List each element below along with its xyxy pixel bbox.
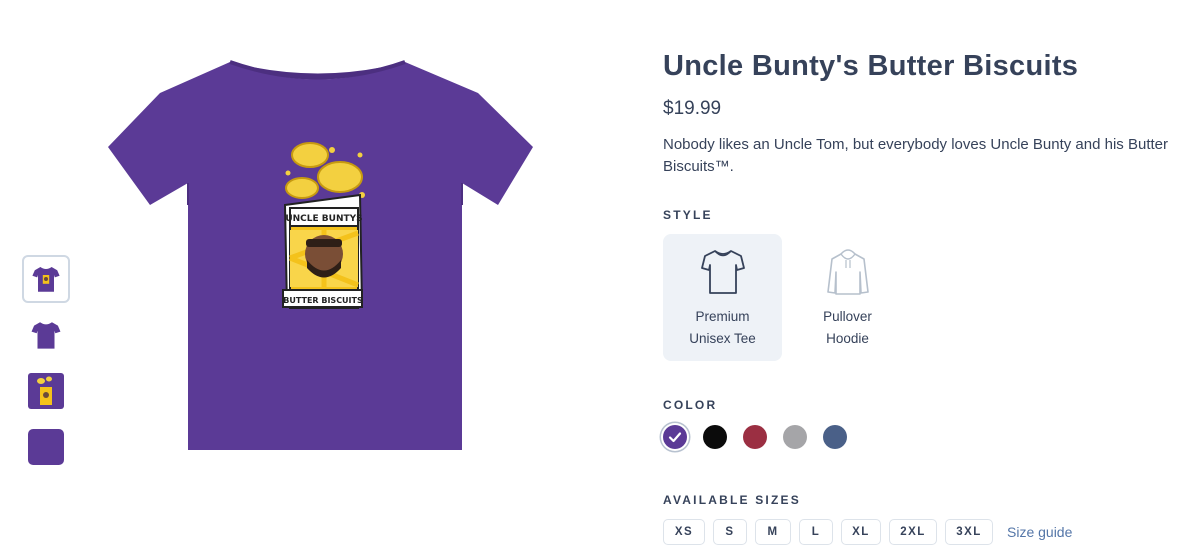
available-sizes-label: AVAILABLE SIZES — [663, 493, 801, 507]
size-xl-button[interactable]: XL — [841, 519, 881, 545]
product-price: $19.99 — [663, 98, 722, 119]
size-guide-link[interactable]: Size guide — [1007, 524, 1072, 540]
style-option-premium-unisex-tee[interactable]: Premium Unisex Tee — [663, 234, 782, 361]
fabric-swatch-thumbnail-icon — [28, 429, 64, 465]
size-l-button[interactable]: L — [799, 519, 833, 545]
hoodie-icon — [826, 249, 869, 295]
thumbnail-list — [22, 255, 72, 479]
thumbnail-design-closeup[interactable] — [22, 367, 70, 415]
color-swatches — [663, 425, 847, 449]
color-label: COLOR — [663, 398, 718, 412]
color-swatch-blue[interactable] — [823, 425, 847, 449]
size-3xl-button[interactable]: 3XL — [945, 519, 993, 545]
size-m-button[interactable]: M — [755, 519, 791, 545]
thumbnail-tee-plain[interactable] — [22, 311, 70, 359]
graphic-bottom-text: BUTTER BISCUITS — [283, 296, 363, 305]
product-title: Uncle Bunty's Butter Biscuits — [663, 50, 1079, 82]
style-options: Premium Unisex Tee Pullover Hoodie — [663, 234, 907, 361]
style-label: STYLE — [663, 208, 713, 222]
tshirt-icon — [700, 250, 745, 294]
checkmark-icon — [668, 432, 682, 443]
size-2xl-button[interactable]: 2XL — [889, 519, 937, 545]
thumbnail-fabric-swatch[interactable] — [22, 423, 70, 471]
thumbnail-tee-front[interactable] — [22, 255, 70, 303]
color-swatch-black[interactable] — [703, 425, 727, 449]
design-closeup-thumbnail-icon — [28, 373, 64, 409]
tshirt-plain-thumbnail-icon — [31, 322, 61, 349]
style-option-label: Premium Unisex Tee — [689, 309, 756, 346]
tshirt-image: UNCLE BUNTYS BUTTER BISCUITS — [108, 60, 533, 450]
product-description: Nobody likes an Uncle Tom, but everybody… — [663, 136, 1168, 175]
color-swatch-gray[interactable] — [783, 425, 807, 449]
size-options: XS S M L XL 2XL 3XL Size guide — [663, 519, 1072, 545]
color-swatch-purple[interactable] — [663, 425, 687, 449]
size-xs-button[interactable]: XS — [663, 519, 705, 545]
style-option-pullover-hoodie[interactable]: Pullover Hoodie — [788, 234, 907, 361]
product-info: Uncle Bunty's Butter Biscuits $19.99 Nob… — [663, 48, 1193, 178]
style-option-label: Pullover Hoodie — [823, 309, 872, 346]
tshirt-thumbnail-icon — [32, 267, 60, 292]
main-product-image: UNCLE BUNTYS BUTTER BISCUITS — [100, 55, 540, 465]
graphic-top-text: UNCLE BUNTYS — [285, 214, 362, 224]
size-s-button[interactable]: S — [713, 519, 747, 545]
color-swatch-maroon[interactable] — [743, 425, 767, 449]
